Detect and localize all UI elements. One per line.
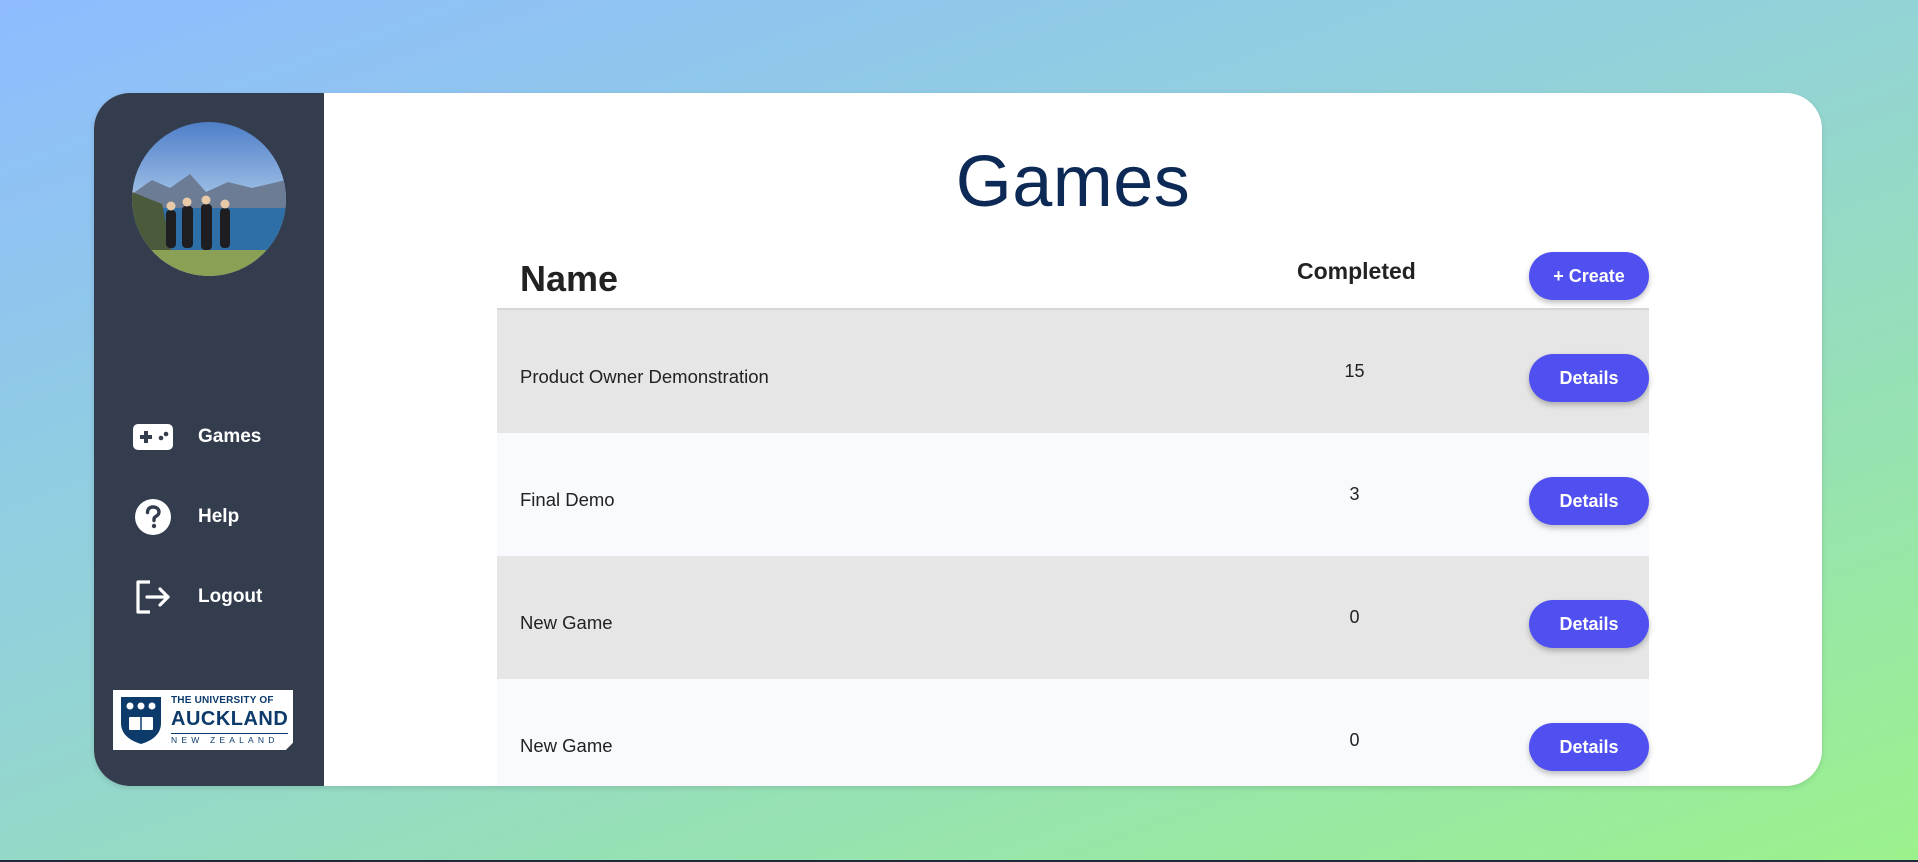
details-button[interactable]: Details bbox=[1529, 477, 1649, 525]
create-button[interactable]: + Create bbox=[1529, 252, 1649, 300]
sidebar-item-label: Games bbox=[198, 426, 262, 447]
game-completed-count: 3 bbox=[1349, 484, 1360, 504]
table-row: New Game 0 Details bbox=[497, 679, 1649, 786]
game-name: New Game bbox=[520, 612, 613, 633]
university-logo: THE UNIVERSITY OF AUCKLAND NEW ZEALAND bbox=[113, 690, 293, 750]
table-row: Product Owner Demonstration 15 Details bbox=[497, 310, 1649, 433]
crest-icon bbox=[121, 697, 161, 744]
details-button[interactable]: Details bbox=[1529, 723, 1649, 771]
page-title: Games bbox=[955, 142, 1191, 222]
table-row: Final Demo 3 Details bbox=[497, 433, 1649, 556]
sidebar-item-label: Logout bbox=[198, 586, 263, 607]
main-content: Games Name Completed + Create Product Ow… bbox=[324, 93, 1822, 786]
logo-line-1: THE UNIVERSITY OF bbox=[171, 694, 274, 706]
game-completed-count: 0 bbox=[1349, 607, 1360, 627]
table-row: New Game 0 Details bbox=[497, 556, 1649, 679]
sidebar-item-help[interactable]: Help bbox=[132, 493, 239, 541]
app-card: Games Help Logout THE UNIVERSITY OF AUCK… bbox=[94, 93, 1822, 786]
game-completed-count: 15 bbox=[1344, 361, 1365, 381]
avatar[interactable] bbox=[132, 122, 286, 276]
details-button[interactable]: Details bbox=[1529, 600, 1649, 648]
game-name: Final Demo bbox=[520, 489, 615, 510]
column-header-name: Name bbox=[520, 258, 619, 299]
sidebar-item-games[interactable]: Games bbox=[132, 413, 261, 461]
logo-line-2: AUCKLAND bbox=[171, 707, 289, 730]
game-name: New Game bbox=[520, 735, 613, 756]
details-button[interactable]: Details bbox=[1529, 354, 1649, 402]
sidebar-item-label: Help bbox=[198, 506, 240, 527]
games-table: Name Completed + Create Product Owner De… bbox=[497, 228, 1649, 786]
game-completed-count: 0 bbox=[1349, 730, 1360, 750]
logout-icon bbox=[132, 576, 174, 618]
gamepad-icon bbox=[132, 416, 174, 458]
game-name: Product Owner Demonstration bbox=[520, 366, 769, 387]
avatar-photo bbox=[132, 122, 286, 276]
logo-line-3: NEW ZEALAND bbox=[171, 732, 289, 745]
table-header: Name Completed + Create bbox=[497, 228, 1649, 310]
help-icon bbox=[132, 496, 174, 538]
column-header-completed: Completed bbox=[1297, 258, 1416, 284]
sidebar: Games Help Logout THE UNIVERSITY OF AUCK… bbox=[94, 93, 324, 786]
sidebar-item-logout[interactable]: Logout bbox=[132, 573, 262, 621]
